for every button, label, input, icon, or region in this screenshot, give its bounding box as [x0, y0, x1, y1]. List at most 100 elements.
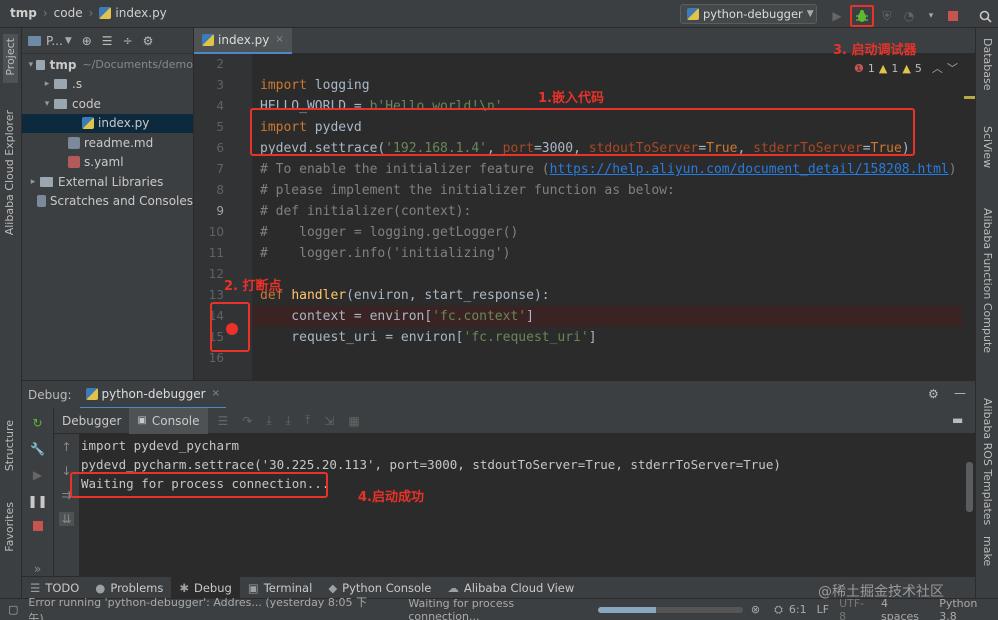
cloud-icon: ☁	[447, 580, 459, 595]
tree-item[interactable]: readme.md	[22, 133, 193, 153]
step-over-icon[interactable]: ↷	[242, 414, 252, 428]
tree-item[interactable]: ▸ External Libraries	[22, 172, 193, 192]
tab-console[interactable]: ▣ Console	[129, 407, 208, 434]
scroll-to-end-icon[interactable]: ⇊	[59, 512, 74, 526]
evaluate-icon[interactable]: ▦	[348, 414, 359, 428]
line-number[interactable]: 11	[194, 243, 252, 264]
code-line[interactable]: request_uri = environ['fc.request_uri']	[252, 327, 962, 348]
breakpoint-icon[interactable]	[226, 323, 238, 335]
line-number[interactable]: 9	[194, 201, 252, 222]
code-line[interactable]: # To enable the initializer feature (htt…	[252, 159, 962, 180]
bottom-tab[interactable]: ☁ Alibaba Cloud View	[439, 577, 582, 599]
tree-item[interactable]: Scratches and Consoles	[22, 192, 193, 212]
tree-item[interactable]: s.yaml	[22, 153, 193, 173]
tree-item[interactable]: ▸ .s	[22, 75, 193, 95]
search-icon[interactable]	[976, 7, 994, 25]
breadcrumb-item-code[interactable]: code	[54, 6, 83, 20]
line-number[interactable]: 3	[194, 75, 252, 96]
line-number[interactable]: 7	[194, 159, 252, 180]
line-number[interactable]: 2	[194, 54, 252, 75]
status-message[interactable]: Error running 'python-debugger': Addres.…	[28, 594, 380, 620]
collapse-all-icon[interactable]: ÷	[123, 34, 133, 48]
step-into-icon[interactable]: ⤓	[266, 413, 271, 428]
chevron-right-icon[interactable]: ▸	[40, 79, 54, 89]
structure-tool-button[interactable]: Structure	[3, 420, 16, 474]
coverage-icon[interactable]: ⛨	[878, 7, 896, 25]
run-to-cursor-icon[interactable]: ⇲	[324, 414, 334, 428]
code-area[interactable]: import logging HELLO_WORLD = b'Hello worl…	[252, 54, 962, 369]
gear-icon[interactable]: ⚙	[143, 34, 154, 48]
profile-icon[interactable]: ◔	[900, 7, 918, 25]
chevron-down-icon[interactable]: ▼	[65, 36, 72, 46]
code-line[interactable]: # please implement the initializer funct…	[252, 180, 962, 201]
expand-all-icon[interactable]: ☰	[102, 34, 113, 48]
chevron-up-icon[interactable]: ︿	[932, 60, 943, 76]
chevron-down-icon[interactable]: ﹀	[947, 60, 958, 76]
line-number[interactable]: 4	[194, 96, 252, 117]
line-number[interactable]: 8	[194, 180, 252, 201]
python-interpreter[interactable]: Python 3.8	[939, 597, 998, 620]
breadcrumb-item-file[interactable]: index.py	[115, 6, 166, 20]
resume-icon[interactable]: ▶	[33, 468, 42, 482]
step-into-my-code-icon[interactable]: ⤓	[286, 413, 291, 428]
chevron-down-icon[interactable]: ▾	[40, 99, 54, 109]
right-tool-button[interactable]: Database	[981, 38, 994, 94]
debug-session-tab[interactable]: python-debugger ×	[79, 381, 226, 409]
code-line[interactable]: context = environ['fc.context']	[252, 306, 962, 327]
chevron-down-icon[interactable]: ▾	[26, 60, 36, 70]
line-number[interactable]: 6	[194, 138, 252, 159]
close-icon[interactable]: ×	[275, 34, 283, 45]
caret-position[interactable]: 6:1	[789, 603, 807, 616]
minimize-icon[interactable]: —	[954, 386, 966, 400]
status-bar-toggle-icon[interactable]: ▢	[8, 603, 18, 616]
stop-icon[interactable]	[944, 7, 962, 25]
run-icon[interactable]: ▶	[828, 7, 846, 25]
tree-item[interactable]: index.py	[22, 113, 193, 133]
git-icon[interactable]: ⛭	[774, 603, 783, 617]
breadcrumb-item-tmp[interactable]: tmp	[10, 6, 37, 20]
tree-item[interactable]: ▾ code	[22, 94, 193, 114]
close-icon[interactable]: ⊗	[751, 603, 760, 616]
more-icon[interactable]: »	[34, 562, 41, 576]
settings-wrench-icon[interactable]: 🔧	[30, 442, 45, 456]
console-scrollbar[interactable]	[966, 462, 973, 512]
project-view-select[interactable]: P...	[46, 34, 63, 48]
code-line[interactable]: # logger.info('initializing')	[252, 243, 962, 264]
debug-session-label: python-debugger	[101, 386, 206, 401]
pause-icon[interactable]: ❚❚	[27, 494, 47, 508]
tab-debugger[interactable]: Debugger	[54, 408, 129, 434]
code-line[interactable]	[252, 348, 962, 369]
tree-item[interactable]: ▾ tmp ~/Documents/demo	[22, 55, 193, 75]
debug-icon[interactable]	[850, 5, 874, 27]
chevron-right-icon[interactable]: ▸	[26, 177, 40, 187]
code-line[interactable]: # def initializer(context):	[252, 201, 962, 222]
right-tool-button[interactable]: make	[981, 536, 994, 569]
run-configuration-select[interactable]: python-debugger ▼	[680, 4, 817, 24]
more-run-icon[interactable]: ▾	[922, 7, 940, 25]
stop-icon[interactable]	[32, 520, 43, 534]
favorites-tool-button[interactable]: Favorites	[3, 502, 16, 555]
code-line[interactable]: # logger = logging.getLogger()	[252, 222, 962, 243]
code-editor[interactable]: 2 3 4 5 6 7 8 9 10 11 12 13 14 15 16 import logging HEL…	[194, 54, 975, 380]
debug-console[interactable]: import pydevd_pycharm pydevd_pycharm.sett…	[80, 434, 975, 576]
line-number[interactable]: 5	[194, 117, 252, 138]
step-out-icon[interactable]: ⤒	[305, 413, 310, 428]
line-number[interactable]: 10	[194, 222, 252, 243]
rerun-icon[interactable]: ↻	[32, 416, 42, 430]
right-tool-button[interactable]: SciView	[981, 126, 994, 171]
right-tool-button[interactable]: Alibaba Function Compute	[981, 208, 998, 356]
code-line[interactable]: import logging	[252, 75, 962, 96]
arrow-up-icon[interactable]: ↑	[61, 440, 71, 454]
layout-settings-icon[interactable]: ▬	[952, 413, 963, 427]
editor-tab-index-py[interactable]: index.py ×	[194, 27, 292, 54]
gear-icon[interactable]: ⚙	[928, 387, 939, 401]
line-separator[interactable]: LF	[817, 603, 829, 616]
code-line[interactable]: def handler(environ, start_response):	[252, 285, 962, 306]
code-line[interactable]	[252, 264, 962, 285]
show-execution-point-icon[interactable]: ☰	[218, 414, 229, 428]
project-tool-button[interactable]: Project	[3, 34, 18, 83]
right-tool-button[interactable]: Alibaba ROS Templates	[981, 398, 998, 528]
inspection-widget[interactable]: ❶ 1 ▲ 1 ▲ 5 ︿ ﹀	[854, 60, 958, 76]
close-icon[interactable]: ×	[212, 388, 220, 399]
locate-icon[interactable]: ⊕	[82, 34, 92, 48]
